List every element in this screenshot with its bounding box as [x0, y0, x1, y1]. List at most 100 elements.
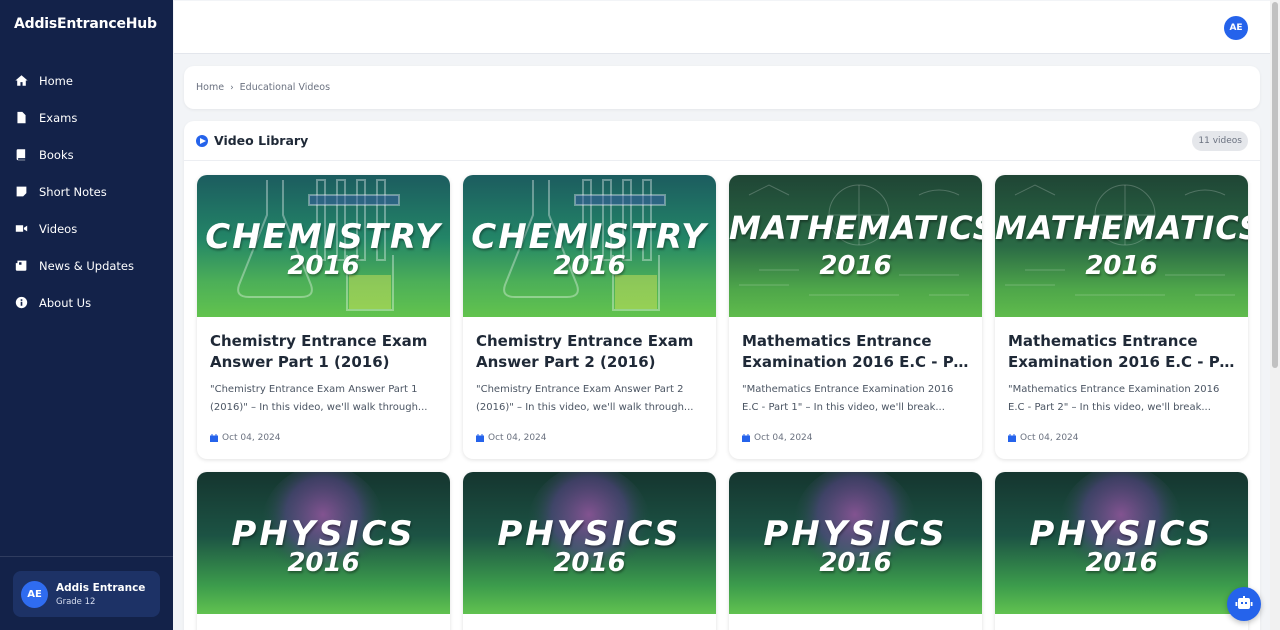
video-title[interactable]: Chemistry Entrance Exam Answer Part 1 (2… [210, 331, 437, 373]
calendar-icon [742, 434, 750, 442]
video-card[interactable]: PHYSICS 2016 [995, 472, 1248, 630]
video-thumbnail[interactable]: PHYSICS 2016 [197, 472, 450, 614]
video-date-text: Oct 04, 2024 [1020, 433, 1079, 443]
scrollbar-thumb[interactable] [1272, 2, 1278, 368]
sidebar-item-home[interactable]: Home [0, 62, 173, 99]
sidebar-item-label: About Us [39, 295, 92, 310]
video-date-text: Oct 04, 2024 [222, 433, 281, 443]
video-icon [15, 222, 28, 235]
video-description-line: (2016)" – In this video, we'll walk thro… [476, 402, 694, 413]
video-title-line: Examination 2016 E.C - Par... [742, 353, 969, 371]
sidebar-item-label: Exams [39, 110, 78, 125]
video-title-line: Answer Part 2 (2016) [476, 353, 656, 371]
video-description-line: E.C - Part 2" – In this video, we'll bre… [1008, 402, 1211, 413]
thumbnail-year: 2016 [287, 251, 360, 281]
video-thumbnail[interactable]: PHYSICS 2016 [995, 472, 1248, 614]
video-title-line: Examination 2016 E.C - Par... [1008, 353, 1235, 371]
sidebar-item-label: Home [39, 73, 73, 88]
video-description: "Chemistry Entrance Exam Answer Part 2 (… [476, 381, 703, 417]
video-description: "Mathematics Entrance Examination 2016 E… [1008, 381, 1235, 417]
video-card[interactable]: MATHEMATICS 2016 Mathematics Entrance Ex… [729, 175, 982, 459]
video-title-line: Chemistry Entrance Exam [476, 332, 694, 350]
sidebar-item-news[interactable]: News & Updates [0, 247, 173, 284]
sidebar-item-label: Books [39, 147, 74, 162]
video-date: Oct 04, 2024 [476, 433, 547, 443]
thumbnail-year: 2016 [553, 548, 626, 578]
video-thumbnail[interactable]: PHYSICS 2016 [729, 472, 982, 614]
chevron-right-icon: › [230, 82, 234, 93]
calendar-icon [1008, 434, 1016, 442]
section-title: Video Library [196, 133, 308, 148]
video-title-line: Mathematics Entrance [1008, 332, 1198, 350]
user-avatar-button[interactable]: AE [1224, 16, 1248, 40]
thumbnail-year: 2016 [287, 548, 360, 578]
document-icon [15, 111, 28, 124]
video-card[interactable]: CHEMISTRY 2016 Chemistry Entrance Exam A… [463, 175, 716, 459]
play-circle-icon [196, 134, 208, 147]
video-title-line: Answer Part 1 (2016) [210, 353, 390, 371]
sidebar-item-books[interactable]: Books [0, 136, 173, 173]
video-thumbnail[interactable]: MATHEMATICS 2016 [995, 175, 1248, 317]
video-title[interactable]: Mathematics Entrance Examination 2016 E.… [1008, 331, 1235, 373]
video-thumbnail[interactable]: MATHEMATICS 2016 [729, 175, 982, 317]
page-scrollbar[interactable] [1270, 0, 1280, 630]
sidebar: AddisEntranceHub Home Exams Books Short … [0, 0, 173, 630]
video-card[interactable]: PHYSICS 2016 [463, 472, 716, 630]
breadcrumb-current: Educational Videos [239, 82, 331, 93]
video-count-badge: 11 videos [1192, 131, 1248, 151]
video-card[interactable]: PHYSICS 2016 [197, 472, 450, 630]
sidebar-item-label: News & Updates [39, 258, 134, 273]
sidebar-item-exams[interactable]: Exams [0, 99, 173, 136]
video-description-line: E.C - Part 1" – In this video, we'll bre… [742, 402, 945, 413]
video-title[interactable]: Chemistry Entrance Exam Answer Part 2 (2… [476, 331, 703, 373]
sidebar-nav: Home Exams Books Short Notes Videos News… [0, 62, 173, 321]
video-date-text: Oct 04, 2024 [754, 433, 813, 443]
video-description-line: "Chemistry Entrance Exam Answer Part 1 [210, 384, 418, 395]
thumbnail-subject: MATHEMATICS [995, 209, 1248, 247]
user-profile-card[interactable]: AE Addis Entrance Grade 12 [13, 571, 160, 617]
sidebar-item-short-notes[interactable]: Short Notes [0, 173, 173, 210]
newspaper-icon [15, 259, 28, 272]
video-title[interactable]: Mathematics Entrance Examination 2016 E.… [742, 331, 969, 373]
robot-icon [1235, 596, 1253, 609]
video-title-line: Mathematics Entrance [742, 332, 932, 350]
breadcrumb-home-link[interactable]: Home [196, 82, 224, 93]
chatbot-button[interactable] [1227, 587, 1261, 621]
video-description-line: "Chemistry Entrance Exam Answer Part 2 [476, 384, 684, 395]
video-description-line: (2016)" – In this video, we'll walk thro… [210, 402, 428, 413]
section-title-text: Video Library [214, 133, 309, 148]
video-library-header: Video Library 11 videos [184, 121, 1260, 161]
video-date: Oct 04, 2024 [210, 433, 281, 443]
thumbnail-year: 2016 [819, 548, 892, 578]
thumbnail-year: 2016 [1085, 251, 1158, 281]
calendar-icon [476, 434, 484, 442]
sidebar-item-label: Short Notes [39, 184, 107, 199]
calendar-icon [210, 434, 218, 442]
video-date: Oct 04, 2024 [1008, 433, 1079, 443]
book-icon [15, 148, 28, 161]
thumbnail-subject: MATHEMATICS [729, 209, 982, 247]
avatar: AE [21, 580, 48, 608]
video-date: Oct 04, 2024 [742, 433, 813, 443]
thumbnail-year: 2016 [1085, 548, 1158, 578]
video-thumbnail[interactable]: CHEMISTRY 2016 [197, 175, 450, 317]
sidebar-item-label: Videos [39, 221, 78, 236]
sidebar-divider [0, 556, 173, 557]
video-description: "Chemistry Entrance Exam Answer Part 1 (… [210, 381, 437, 417]
thumbnail-year: 2016 [553, 251, 626, 281]
video-thumbnail[interactable]: CHEMISTRY 2016 [463, 175, 716, 317]
video-description-line: "Mathematics Entrance Examination 2016 [1008, 384, 1220, 395]
video-card[interactable]: PHYSICS 2016 [729, 472, 982, 630]
video-card[interactable]: MATHEMATICS 2016 Mathematics Entrance Ex… [995, 175, 1248, 459]
brand-logo[interactable]: AddisEntranceHub [14, 16, 157, 32]
video-thumbnail[interactable]: PHYSICS 2016 [463, 472, 716, 614]
video-card[interactable]: CHEMISTRY 2016 Chemistry Entrance Exam A… [197, 175, 450, 459]
video-title-line: Chemistry Entrance Exam [210, 332, 428, 350]
profile-name: Addis Entrance [56, 581, 146, 594]
note-icon [15, 185, 28, 198]
video-description: "Mathematics Entrance Examination 2016 E… [742, 381, 969, 417]
video-date-text: Oct 04, 2024 [488, 433, 547, 443]
sidebar-item-about[interactable]: About Us [0, 284, 173, 321]
sidebar-item-videos[interactable]: Videos [0, 210, 173, 247]
video-description-line: "Mathematics Entrance Examination 2016 [742, 384, 954, 395]
